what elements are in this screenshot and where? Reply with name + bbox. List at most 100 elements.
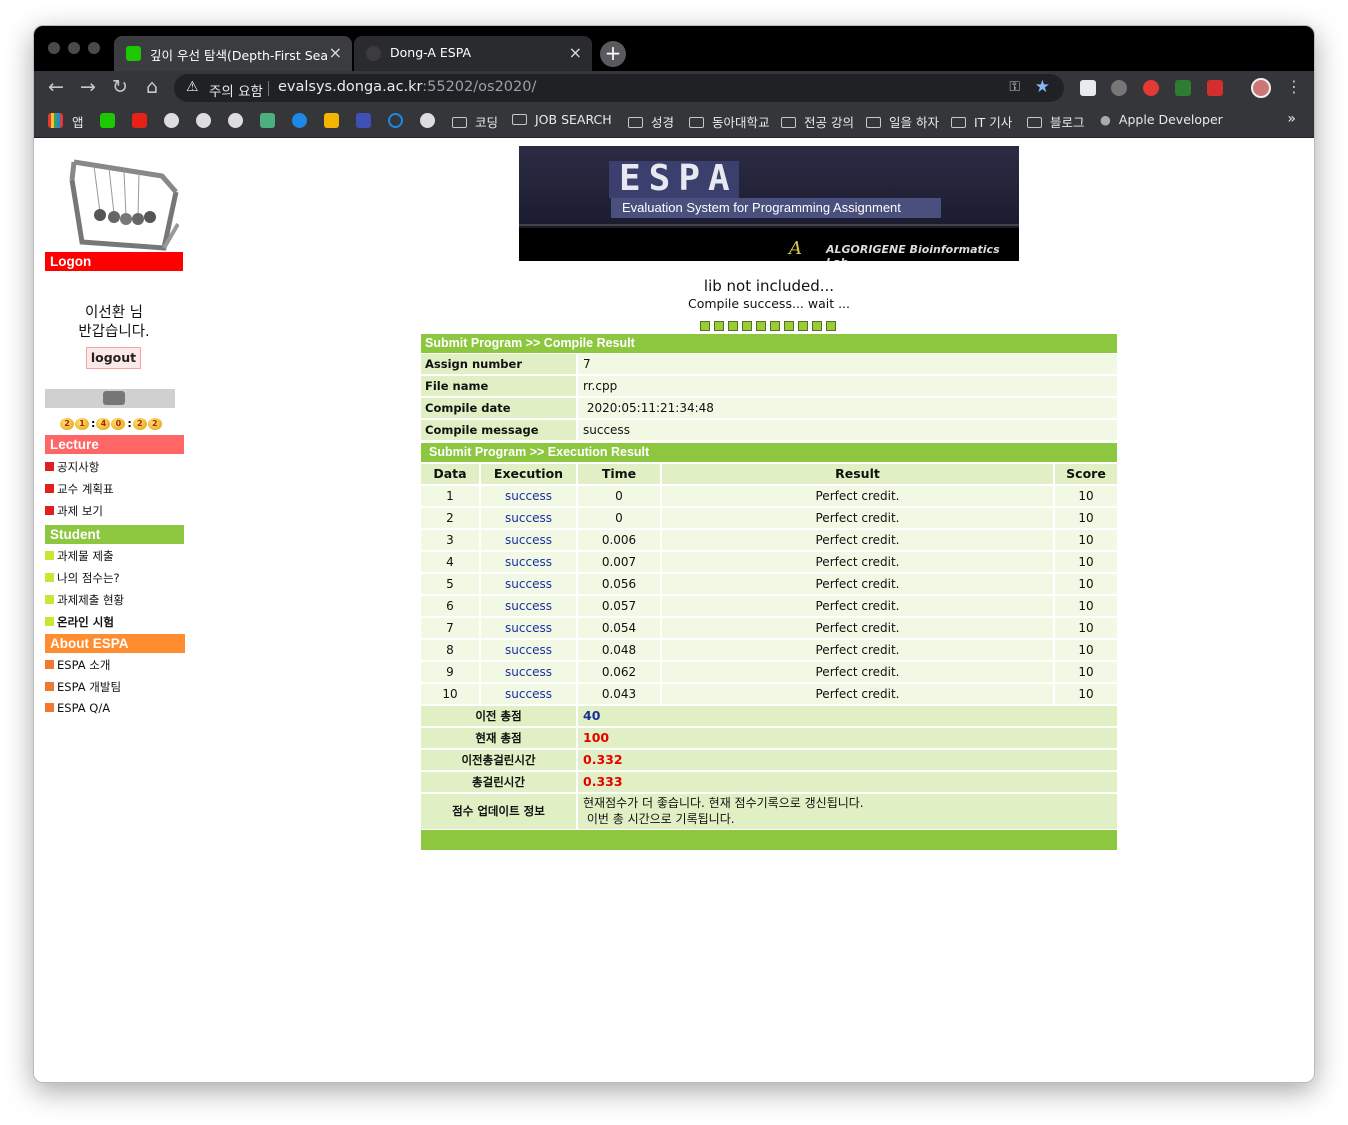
progress-dot xyxy=(784,321,794,331)
close-tab-icon[interactable]: × xyxy=(329,43,342,62)
bookmark-folder-bible[interactable]: 성경 xyxy=(628,112,674,131)
progress-dots xyxy=(700,316,840,331)
wiki-icon[interactable] xyxy=(356,113,371,128)
summary-value: 0.333 xyxy=(578,772,1117,792)
bullet-icon xyxy=(45,484,54,493)
data-index: 2 xyxy=(421,508,479,528)
folder-icon xyxy=(866,117,881,128)
video-extension-icon[interactable] xyxy=(1207,80,1223,96)
forward-arrow-icon[interactable]: → xyxy=(76,75,100,99)
bookmark-apple-developer[interactable]: ● Apple Developer xyxy=(1100,112,1223,127)
github-icon[interactable] xyxy=(164,113,179,128)
nav-notice[interactable]: 공지사항 xyxy=(45,459,99,475)
menu-kebab-icon[interactable]: ⋮ xyxy=(1282,75,1306,99)
mouse-extension-icon[interactable] xyxy=(1111,80,1127,96)
score: 10 xyxy=(1055,662,1117,682)
bookmark-label: JOB SEARCH xyxy=(535,112,612,127)
nav-syllabus[interactable]: 교수 계획표 xyxy=(45,481,114,497)
nav-submit[interactable]: 과제물 제출 xyxy=(45,548,114,564)
more-bookmarks-button[interactable]: » xyxy=(1287,111,1296,127)
minimize-window-button[interactable] xyxy=(68,42,80,54)
nav-online-exam[interactable]: 온라인 시험 xyxy=(45,614,114,630)
globe-icon[interactable] xyxy=(420,113,435,128)
back-arrow-icon[interactable]: ← xyxy=(44,75,68,99)
data-index: 9 xyxy=(421,662,479,682)
bookmark-folder-work[interactable]: 일을 하자 xyxy=(866,112,939,131)
zoom-window-button[interactable] xyxy=(88,42,100,54)
globe-icon[interactable] xyxy=(228,113,243,128)
bookmark-label: Apple Developer xyxy=(1118,112,1223,127)
bullet-icon xyxy=(45,506,54,515)
bookmark-folder-blog[interactable]: 블로그 xyxy=(1027,112,1085,131)
tab-espa[interactable]: Dong-A ESPA × xyxy=(354,36,592,71)
url-host: evalsys.donga.ac.kr xyxy=(278,79,423,95)
data-index: 5 xyxy=(421,574,479,594)
key-icon[interactable]: ⚿ xyxy=(1009,79,1020,95)
new-tab-button[interactable]: + xyxy=(600,41,626,67)
bullet-icon xyxy=(45,595,54,604)
reload-icon[interactable]: ↻ xyxy=(108,75,132,99)
tab-strip: 깊이 우선 탐색(Depth-First Sear... × Dong-A ES… xyxy=(34,26,1314,71)
progress-dot xyxy=(742,321,752,331)
apps-grid-icon[interactable] xyxy=(48,113,63,128)
compile-result-header: Submit Program >> Compile Result xyxy=(421,334,1117,353)
compile-value: 2020:05:11:21:34:48 xyxy=(578,398,1117,418)
result-text: Perfect credit. xyxy=(662,618,1053,638)
close-tab-icon[interactable]: × xyxy=(569,43,582,62)
summary-value: 0.332 xyxy=(578,750,1117,770)
data-index: 6 xyxy=(421,596,479,616)
nav-submission-status[interactable]: 과제제출 현황 xyxy=(45,592,124,608)
extension-icon[interactable] xyxy=(1080,80,1096,96)
nav-dev-team[interactable]: ESPA 개발팀 xyxy=(45,679,121,695)
bullet-icon xyxy=(45,617,54,626)
bookmark-folder-donga[interactable]: 동아대학교 xyxy=(689,112,770,131)
compile-key: File name xyxy=(421,376,576,396)
newtons-cradle-logo xyxy=(69,159,179,251)
bookmark-folder-lectures[interactable]: 전공 강의 xyxy=(781,112,854,131)
globe-icon[interactable] xyxy=(196,113,211,128)
bookmark-label: 전공 강의 xyxy=(804,115,854,130)
app-icon[interactable] xyxy=(324,113,339,128)
logout-button[interactable]: logout xyxy=(86,347,141,369)
chat-icon[interactable] xyxy=(388,113,403,128)
tab-blog[interactable]: 깊이 우선 탐색(Depth-First Sear... × xyxy=(114,36,352,71)
bookmark-folder-job[interactable]: JOB SEARCH xyxy=(512,112,612,127)
nav-about-espa[interactable]: ESPA 소개 xyxy=(45,657,110,673)
data-index: 4 xyxy=(421,552,479,572)
naver-icon[interactable] xyxy=(100,113,115,128)
status-line-2: Compile success... wait ... xyxy=(687,296,851,311)
bookmark-folder-it[interactable]: IT 기사 xyxy=(951,112,1012,131)
nav-qa[interactable]: ESPA Q/A xyxy=(45,701,110,715)
footer-bar xyxy=(421,830,1117,850)
c-site-icon[interactable] xyxy=(292,113,307,128)
close-window-button[interactable] xyxy=(48,42,60,54)
nav-label: 공지사항 xyxy=(57,460,100,474)
counter-icon xyxy=(103,391,125,405)
bookmark-apps[interactable]: 앱 xyxy=(72,112,84,131)
exec-time: 0.062 xyxy=(578,662,660,682)
data-index: 10 xyxy=(421,684,479,704)
nav-label: ESPA 소개 xyxy=(57,658,111,672)
sync-extension-icon[interactable] xyxy=(1143,80,1159,96)
security-label: 주의 요함 xyxy=(209,84,263,100)
nav-assignments[interactable]: 과제 보기 xyxy=(45,503,103,519)
banner-title: ESPA xyxy=(619,158,738,199)
execution-status: success xyxy=(481,486,576,506)
summary-key: 이전총걸린시간 xyxy=(421,750,576,770)
progress-dot xyxy=(700,321,710,331)
nav-my-score[interactable]: 나의 점수는? xyxy=(45,570,120,586)
bookmark-star-icon[interactable]: ★ xyxy=(1035,77,1050,97)
compile-key: Assign number xyxy=(421,354,576,374)
d-site-icon[interactable] xyxy=(260,113,275,128)
column-header: Score xyxy=(1055,464,1117,484)
nav-label: ESPA 개발팀 xyxy=(57,680,122,694)
bookmark-folder-coding[interactable]: 코딩 xyxy=(452,112,498,131)
progress-dot xyxy=(714,321,724,331)
home-icon[interactable]: ⌂ xyxy=(140,75,164,99)
address-bar[interactable]: ⚠ 주의 요함 evalsys.donga.ac.kr:55202/os2020… xyxy=(174,74,1064,102)
ac-extension-icon[interactable] xyxy=(1175,80,1191,96)
profile-avatar[interactable] xyxy=(1251,78,1271,98)
bookmark-label: 동아대학교 xyxy=(712,115,770,130)
banner-lab: ALGORIGENE Bioinformatics Lab xyxy=(826,243,1000,261)
youtube-icon[interactable] xyxy=(132,113,147,128)
